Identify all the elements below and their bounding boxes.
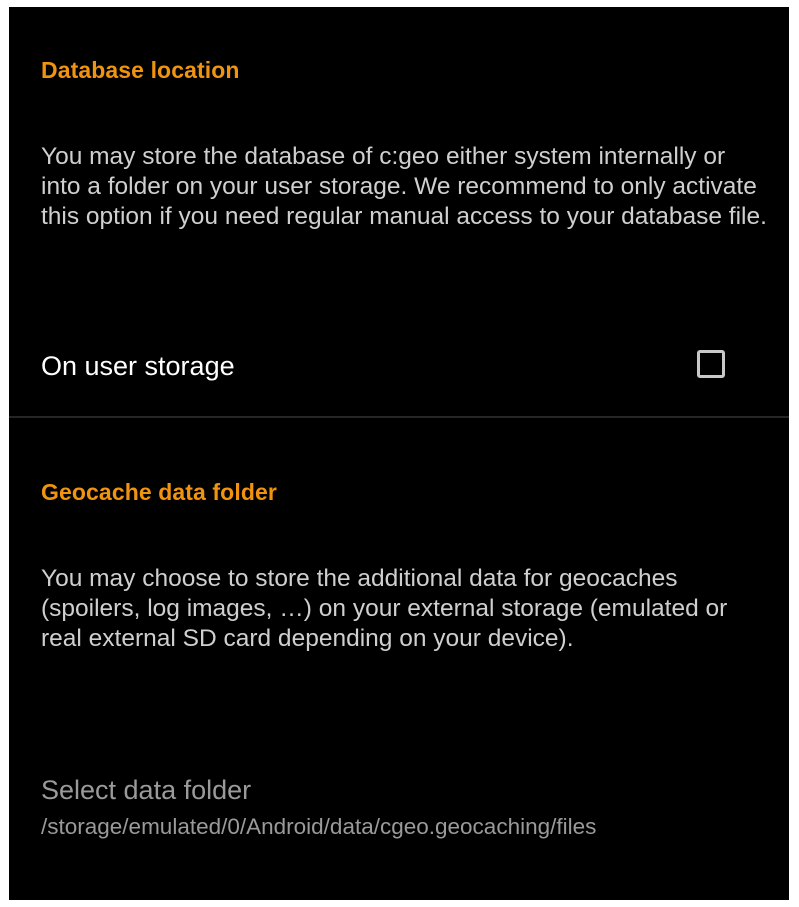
settings-screen: Database location You may store the data… xyxy=(9,7,789,900)
user-storage-preference[interactable]: On user storage xyxy=(9,325,789,425)
geocache-data-folder-header: Geocache data folder xyxy=(41,479,277,505)
user-storage-checkbox[interactable] xyxy=(697,350,725,378)
select-data-folder-preference[interactable]: Select data folder /storage/emulated/0/A… xyxy=(41,772,771,842)
database-location-description: You may store the database of c:geo eith… xyxy=(41,143,767,230)
geocache-data-folder-description: You may choose to store the additional d… xyxy=(41,565,728,652)
select-data-folder-label: Select data folder xyxy=(41,775,252,805)
user-storage-label: On user storage xyxy=(41,351,235,381)
data-folder-path: /storage/emulated/0/Android/data/cgeo.ge… xyxy=(41,814,597,839)
database-location-header: Database location xyxy=(41,57,240,83)
section-divider xyxy=(9,416,789,418)
